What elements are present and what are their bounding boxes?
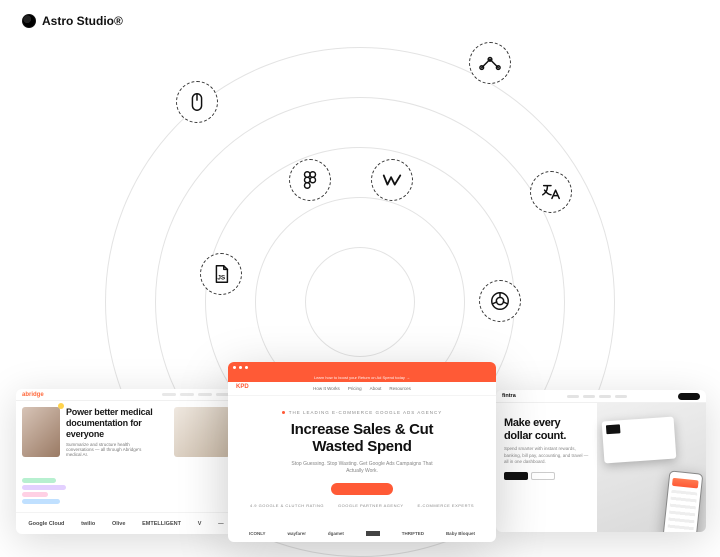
card-hero: THE LEADING E-COMMERCE GOOGLE ADS AGENCY…	[228, 396, 496, 508]
card-title: Increase Sales & Cut Wasted Spend	[246, 421, 478, 456]
pen-tool-icon	[469, 42, 511, 84]
translate-icon	[530, 171, 572, 213]
feature-chips	[22, 478, 66, 504]
card-body: Make every dollar count. Spend smarter w…	[496, 403, 706, 532]
card-nav	[162, 393, 230, 396]
partner-logos: Google Cloud twilio Olive EMTELLIGENT V …	[16, 512, 236, 534]
card-topbar: abridge	[16, 389, 236, 401]
meta-row: 4.9 GOOGLE & CLUTCH RATING GOOGLE PARTNE…	[246, 503, 478, 508]
promo-banner-text: Learn how to boost your Return on Ad Spe…	[314, 375, 410, 380]
partner-logo: THRIFTED	[402, 531, 424, 536]
card-subtitle: Summarize and structure health conversat…	[66, 442, 151, 457]
nav-link: How It Works	[313, 386, 340, 391]
partner-logo: twilio	[81, 521, 95, 527]
pos-terminal	[601, 417, 676, 464]
nav-link: About	[370, 386, 382, 391]
partner-logo: Google Cloud	[28, 521, 64, 527]
card-brand: abridge	[22, 392, 44, 398]
partner-logo: V	[198, 521, 202, 527]
showcase-card-fintra: fintra Make every dollar count. Spend sm…	[496, 390, 706, 532]
meta-item: 4.9 GOOGLE & CLUTCH RATING	[250, 503, 324, 508]
nav-link: Resources	[389, 386, 411, 391]
partner-logo	[366, 531, 380, 536]
doctor-photo	[22, 407, 60, 457]
figma-icon	[289, 159, 331, 201]
partner-logos: ICONLY wayfarer dgamet THRIFTED Baby Blo…	[228, 531, 496, 536]
device-mockup	[597, 403, 706, 532]
showcase-shelf: abridge Power better medical documentati…	[0, 355, 720, 540]
javascript-file-icon: JS	[200, 253, 242, 295]
partner-logo: EMTELLIGENT	[142, 521, 181, 527]
showcase-card-kpd: Learn how to boost your Return on Ad Spe…	[228, 362, 496, 542]
nav-link: Pricing	[348, 386, 362, 391]
mouse-icon	[176, 81, 218, 123]
patient-photo	[174, 407, 230, 457]
card-title: Make every dollar count.	[504, 417, 589, 442]
browser-chrome	[228, 362, 496, 372]
nav-cta	[678, 393, 700, 400]
partner-logo: dgamet	[328, 531, 344, 536]
partner-logo: —	[218, 521, 224, 527]
promo-banner: Learn how to boost your Return on Ad Spe…	[228, 372, 496, 382]
card-brand: fintra	[502, 393, 516, 399]
card-subtitle: Spend smarter with instant rewards, bank…	[504, 446, 589, 465]
card-subtitle: Stop Guessing. Stop Wasting. Get Google …	[287, 461, 437, 475]
partner-logo: wayfarer	[287, 531, 306, 536]
svg-text:JS: JS	[217, 275, 226, 282]
phone-mockup	[663, 470, 704, 532]
cta-row	[504, 472, 589, 480]
eyebrow-text: THE LEADING E-COMMERCE GOOGLE ADS AGENCY	[289, 410, 443, 415]
card-brand: KPD	[236, 384, 249, 390]
card-title: Power better medical documentation for e…	[66, 407, 168, 439]
partner-logo: Olive	[112, 521, 125, 527]
card-nav: How It Works Pricing About Resources	[228, 382, 496, 396]
meta-item: GOOGLE PARTNER AGENCY	[338, 503, 403, 508]
chrome-icon	[479, 280, 521, 322]
cta-button	[331, 483, 393, 495]
showcase-card-abridge: abridge Power better medical documentati…	[16, 389, 236, 534]
partner-logo: ICONLY	[249, 531, 266, 536]
partner-logo: Baby Bloquet	[446, 531, 475, 536]
webflow-icon	[371, 159, 413, 201]
card-nav	[567, 395, 627, 398]
card-topbar: fintra	[496, 390, 706, 403]
meta-item: E-COMMERCE EXPERTS	[418, 503, 475, 508]
eyebrow: THE LEADING E-COMMERCE GOOGLE ADS AGENCY	[246, 410, 478, 415]
